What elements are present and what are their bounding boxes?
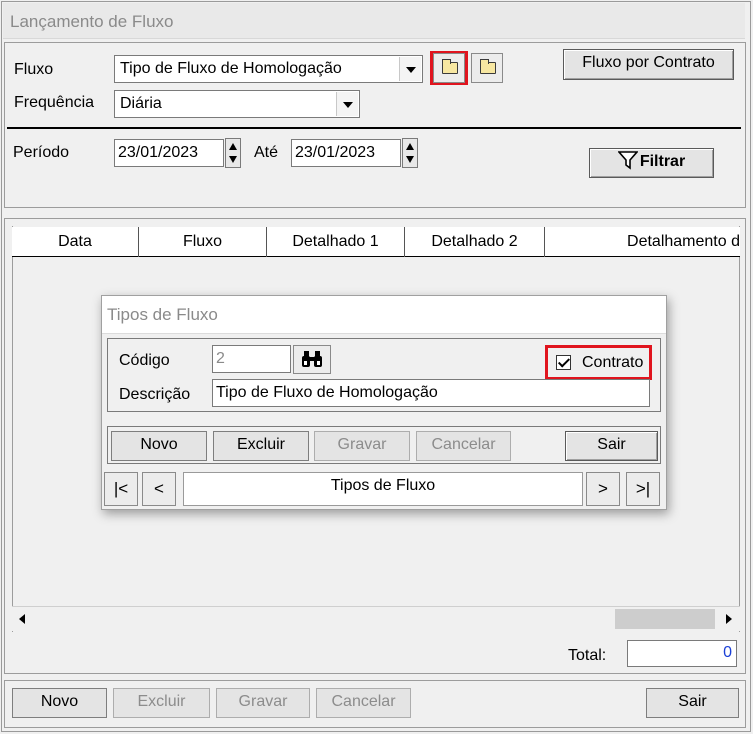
window-title: Lançamento de Fluxo xyxy=(3,3,745,39)
binoculars-icon xyxy=(302,351,322,367)
nav-record-label: Tipos de Fluxo xyxy=(183,472,583,506)
spin-up-icon[interactable] xyxy=(406,143,414,150)
novo-button[interactable]: Novo xyxy=(12,688,107,718)
search-button[interactable] xyxy=(293,345,331,374)
dialog-sair-button[interactable]: Sair xyxy=(565,431,658,461)
total-value: 0 xyxy=(627,640,737,667)
dialog-gravar-button[interactable]: Gravar xyxy=(314,431,410,461)
column-header-detalhamento[interactable]: Detalhamento d xyxy=(545,227,740,257)
spin-down-icon[interactable] xyxy=(406,156,414,163)
chevron-down-icon[interactable] xyxy=(399,57,421,81)
nav-next-button[interactable]: > xyxy=(586,472,620,506)
column-header-detalhado-2[interactable]: Detalhado 2 xyxy=(405,227,545,257)
column-header-detalhado-1[interactable]: Detalhado 1 xyxy=(267,227,405,257)
periodo-end-spinner[interactable] xyxy=(402,138,418,168)
scroll-left-icon[interactable] xyxy=(19,614,25,624)
folder-icon xyxy=(480,59,496,74)
contrato-checkbox[interactable] xyxy=(556,355,571,370)
column-header-fluxo[interactable]: Fluxo xyxy=(139,227,267,257)
periodo-label: Período xyxy=(13,144,70,161)
filter-icon xyxy=(617,151,639,170)
contrato-label[interactable]: Contrato xyxy=(582,354,643,372)
codigo-label: Código xyxy=(119,352,170,369)
filtrar-button[interactable]: Filtrar xyxy=(589,148,714,178)
excluir-button[interactable]: Excluir xyxy=(113,688,210,718)
open-fluxo-types-button[interactable] xyxy=(433,53,465,83)
descricao-field[interactable]: Tipo de Fluxo de Homologação xyxy=(212,379,650,407)
frequencia-label: Frequência xyxy=(14,94,95,111)
dialog-excluir-button[interactable]: Excluir xyxy=(213,431,309,461)
periodo-start-spinner[interactable] xyxy=(225,138,241,168)
column-header-data[interactable]: Data xyxy=(12,227,139,257)
folder-icon xyxy=(442,59,458,74)
fluxo-select[interactable]: Tipo de Fluxo de Homologação xyxy=(114,55,423,83)
sair-button[interactable]: Sair xyxy=(646,688,739,718)
frequencia-select-value: Diária xyxy=(120,95,162,112)
fluxo-por-contrato-button[interactable]: Fluxo por Contrato xyxy=(563,49,734,80)
descricao-label: Descrição xyxy=(119,386,191,403)
codigo-field[interactable]: 2 xyxy=(212,345,291,373)
dialog-novo-button[interactable]: Novo xyxy=(111,431,207,461)
horizontal-scrollbar[interactable] xyxy=(12,606,740,631)
periodo-end-field[interactable]: 23/01/2023 xyxy=(291,139,401,167)
scroll-right-icon[interactable] xyxy=(726,614,732,624)
total-label: Total: xyxy=(568,647,607,664)
cancelar-button[interactable]: Cancelar xyxy=(316,688,411,718)
fluxo-select-value: Tipo de Fluxo de Homologação xyxy=(120,60,342,77)
spin-down-icon[interactable] xyxy=(229,156,237,163)
periodo-start-field[interactable]: 23/01/2023 xyxy=(114,139,224,167)
frequencia-select[interactable]: Diária xyxy=(114,90,360,118)
nav-prev-button[interactable]: < xyxy=(142,472,176,506)
divider xyxy=(7,127,741,129)
grid-header: Data Fluxo Detalhado 1 Detalhado 2 Detal… xyxy=(12,227,740,257)
filtrar-label: Filtrar xyxy=(639,153,686,170)
dialog-cancelar-button[interactable]: Cancelar xyxy=(416,431,511,461)
nav-first-button[interactable]: |< xyxy=(104,472,138,506)
chevron-down-icon[interactable] xyxy=(336,92,358,116)
spin-up-icon[interactable] xyxy=(229,143,237,150)
fluxo-label: Fluxo xyxy=(14,61,54,78)
tipos-de-fluxo-dialog: Tipos de Fluxo Código 2 Contrato Descriç… xyxy=(101,295,667,510)
dialog-title: Tipos de Fluxo xyxy=(102,296,666,334)
gravar-button[interactable]: Gravar xyxy=(216,688,310,718)
nav-last-button[interactable]: >| xyxy=(626,472,660,506)
ate-label: Até xyxy=(254,144,279,161)
scrollbar-thumb[interactable] xyxy=(615,609,715,629)
open-folder-button[interactable] xyxy=(471,53,503,83)
